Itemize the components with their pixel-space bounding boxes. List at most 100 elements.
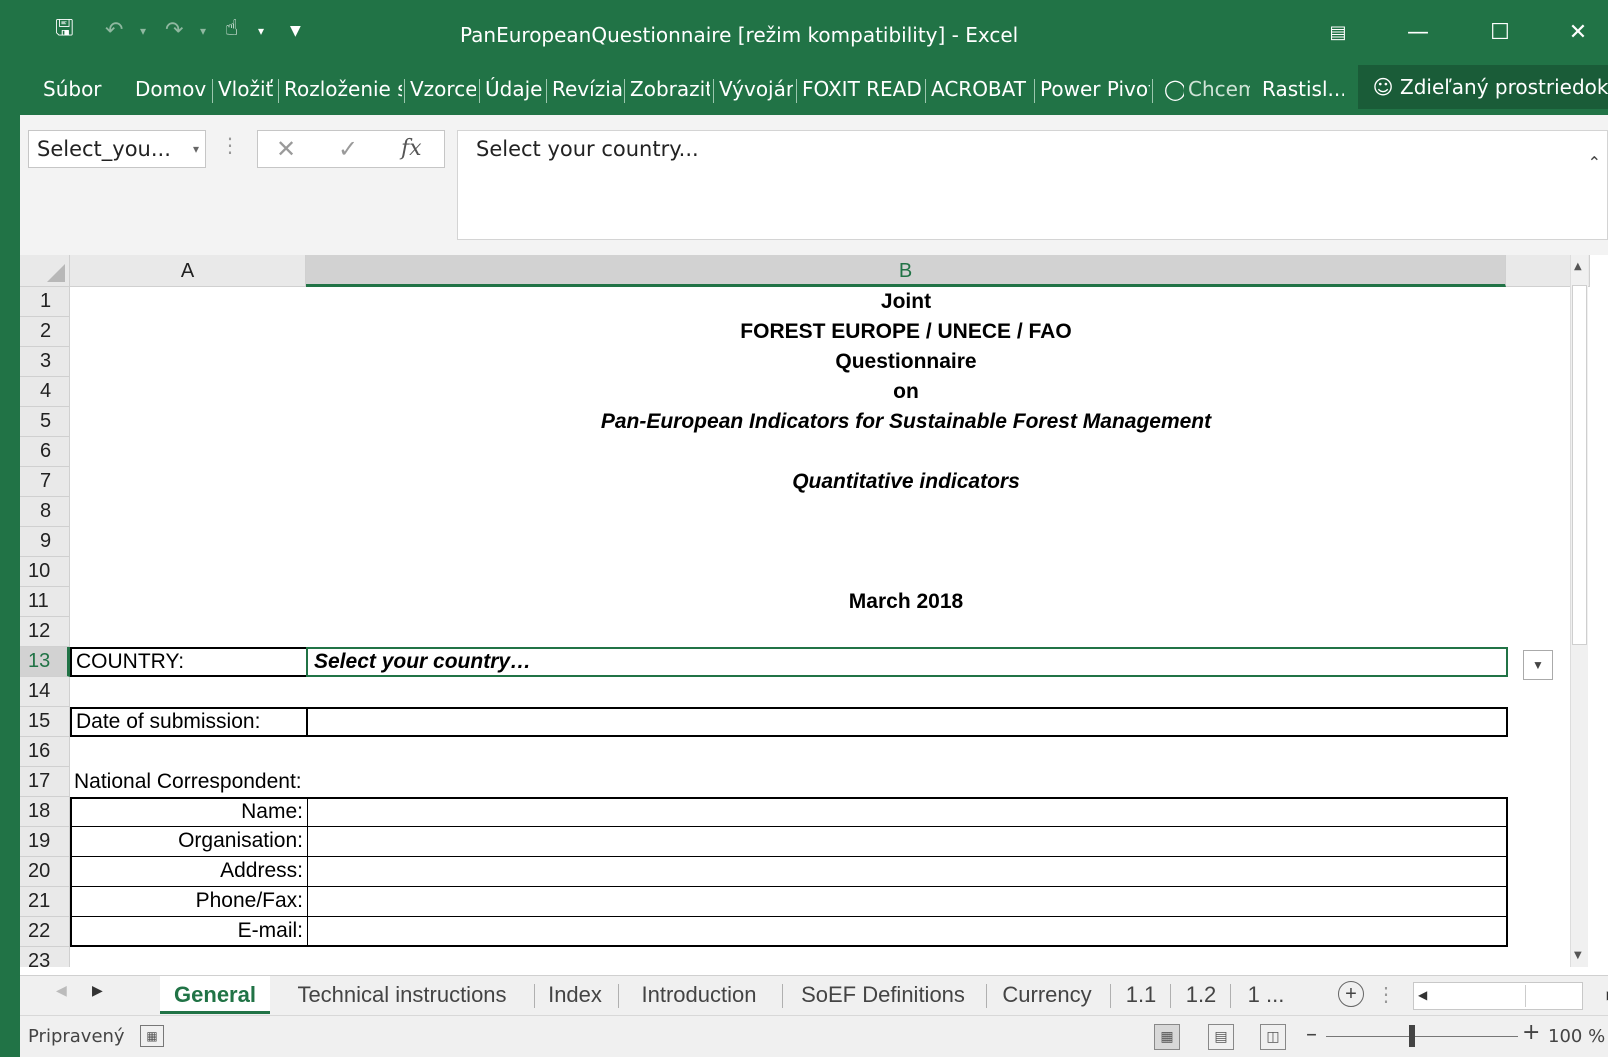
close-icon[interactable]: ✕ xyxy=(1548,14,1608,52)
undo-dropdown-icon[interactable]: ▾ xyxy=(140,16,146,46)
phone-fax-label-cell[interactable]: Phone/Fax: xyxy=(70,887,308,917)
person-add-icon: ☺ xyxy=(1372,75,1394,99)
sheet-tab-index[interactable]: Index xyxy=(540,976,610,1014)
country-dropdown-arrow-icon[interactable]: ▼ xyxy=(1523,650,1553,680)
sheet-tab-1-2[interactable]: 1.2 xyxy=(1176,976,1226,1014)
save-icon[interactable]: 🖫 xyxy=(55,14,74,44)
date-value-cell[interactable] xyxy=(306,707,1508,737)
name-value-cell[interactable] xyxy=(307,797,1508,827)
cancel-icon[interactable]: ✕ xyxy=(276,131,296,167)
insert-function-icon[interactable]: fx xyxy=(401,131,422,167)
email-value-cell[interactable] xyxy=(307,917,1508,947)
sheet-tab-more[interactable]: 1 ... xyxy=(1236,976,1296,1014)
page-break-view-icon[interactable]: ◫ xyxy=(1260,1024,1286,1050)
normal-view-icon[interactable]: ▦ xyxy=(1154,1024,1180,1050)
tab-file[interactable]: Súbor xyxy=(43,71,105,107)
tab-home[interactable]: Domov xyxy=(135,71,207,107)
horizontal-scroll-thumb[interactable] xyxy=(1436,985,1526,1007)
maximize-icon[interactable]: ☐ xyxy=(1470,14,1530,52)
address-label-cell[interactable]: Address: xyxy=(70,857,308,887)
tab-splitter-handle[interactable]: ⋮ xyxy=(1376,982,1396,1007)
zoom-in-icon[interactable]: + xyxy=(1522,1020,1540,1045)
prev-sheet-icon[interactable]: ◀ xyxy=(56,982,67,999)
cell-b7[interactable]: Quantitative indicators xyxy=(306,467,1506,497)
page-layout-view-icon[interactable]: ▤ xyxy=(1208,1024,1234,1050)
redo-icon[interactable]: ↷ xyxy=(165,16,183,46)
status-bar: Pripravený ▦ ▦ ▤ ◫ – + 100 % xyxy=(20,1015,1608,1057)
add-sheet-icon[interactable]: + xyxy=(1338,981,1364,1007)
email-label-cell[interactable]: E-mail: xyxy=(70,917,308,947)
tab-page-layout[interactable]: Rozloženie s xyxy=(284,71,402,107)
tab-power-pivot[interactable]: Power Pivot xyxy=(1040,71,1150,107)
scroll-left-icon[interactable]: ◀ xyxy=(1418,988,1427,1002)
chevron-down-icon[interactable]: ▾ xyxy=(193,131,199,167)
zoom-level[interactable]: 100 % xyxy=(1548,1026,1605,1047)
window-title: PanEuropeanQuestionnaire [režim kompatib… xyxy=(460,23,1019,47)
redo-dropdown-icon[interactable]: ▾ xyxy=(200,16,206,46)
vertical-scrollbar[interactable]: ▲ ▼ xyxy=(1570,255,1588,967)
column-header-b[interactable]: B xyxy=(306,255,1506,287)
country-label-cell[interactable]: COUNTRY: xyxy=(70,647,308,677)
window-left-border xyxy=(0,115,20,1057)
organisation-value-cell[interactable] xyxy=(307,827,1508,857)
share-label: Zdieľaný prostriedok xyxy=(1400,75,1608,99)
user-name[interactable]: Rastisl... xyxy=(1262,71,1344,107)
touch-mode-icon[interactable]: ☝ xyxy=(225,14,238,44)
scroll-down-icon[interactable]: ▼ xyxy=(1574,950,1582,961)
status-text: Pripravený xyxy=(28,1026,125,1047)
vertical-scroll-thumb[interactable] xyxy=(1572,285,1587,645)
formula-bar-buttons: ✕ ✓ fx xyxy=(257,130,445,168)
date-label-cell[interactable]: Date of submission: xyxy=(70,707,308,737)
sheet-tab-general[interactable]: General xyxy=(160,976,270,1014)
tab-foxit-reader[interactable]: FOXIT READ xyxy=(802,71,922,107)
cell-layer: Joint FOREST EUROPE / UNECE / FAO Questi… xyxy=(20,287,1570,967)
minimize-icon[interactable]: — xyxy=(1388,14,1448,52)
share-button[interactable]: ☺ Zdieľaný prostriedok xyxy=(1358,65,1608,109)
cell-b4[interactable]: on xyxy=(306,377,1506,407)
phone-fax-value-cell[interactable] xyxy=(307,887,1508,917)
zoom-slider[interactable] xyxy=(1326,1036,1518,1037)
cell-b2[interactable]: FOREST EUROPE / UNECE / FAO xyxy=(306,317,1506,347)
ribbon-display-options-icon[interactable]: ▤ xyxy=(1308,14,1368,52)
tab-review[interactable]: Revízia xyxy=(552,71,622,107)
sheet-tab-introduction[interactable]: Introduction xyxy=(624,976,774,1014)
macro-record-icon[interactable]: ▦ xyxy=(140,1025,164,1047)
tab-data[interactable]: Údaje xyxy=(485,71,543,107)
cell-b1[interactable]: Joint xyxy=(306,287,1506,317)
correspondent-label-cell[interactable]: National Correspondent: xyxy=(72,767,472,797)
select-all-corner[interactable] xyxy=(20,255,70,287)
name-box-value: Select_you... xyxy=(37,137,171,161)
horizontal-scrollbar[interactable]: ◀ ▶ xyxy=(1413,982,1608,1010)
lightbulb-icon[interactable]: ◯ xyxy=(1164,71,1184,107)
address-value-cell[interactable] xyxy=(307,857,1508,887)
sheet-tab-technical-instructions[interactable]: Technical instructions xyxy=(282,976,522,1014)
zoom-slider-thumb[interactable] xyxy=(1409,1025,1415,1047)
tab-acrobat[interactable]: ACROBAT xyxy=(931,71,1031,107)
enter-icon[interactable]: ✓ xyxy=(338,131,358,167)
next-sheet-icon[interactable]: ▶ xyxy=(92,982,103,999)
sheet-tab-soef-definitions[interactable]: SoEF Definitions xyxy=(788,976,978,1014)
cell-b5[interactable]: Pan-European Indicators for Sustainable … xyxy=(306,407,1506,437)
tab-insert[interactable]: Vložiť xyxy=(218,71,276,107)
cell-b11[interactable]: March 2018 xyxy=(306,587,1506,617)
country-select-cell[interactable]: Select your country… xyxy=(306,647,1508,677)
scroll-up-icon[interactable]: ▲ xyxy=(1574,261,1582,272)
tell-me-box[interactable]: Chcem xyxy=(1188,71,1250,107)
organisation-label-cell[interactable]: Organisation: xyxy=(70,827,308,857)
tab-view[interactable]: Zobraziť xyxy=(630,71,710,107)
column-header-a[interactable]: A xyxy=(70,255,306,287)
name-box[interactable]: Select_you... ▾ xyxy=(28,130,206,168)
sheet-tab-currency[interactable]: Currency xyxy=(992,976,1102,1014)
formula-bar-resize-handle[interactable]: ⋮ xyxy=(220,133,240,157)
formula-input[interactable]: Select your country... ⌃ xyxy=(457,130,1608,240)
zoom-out-icon[interactable]: – xyxy=(1306,1022,1317,1047)
sheet-tab-1-1[interactable]: 1.1 xyxy=(1116,976,1166,1014)
cell-b3[interactable]: Questionnaire xyxy=(306,347,1506,377)
name-label-cell[interactable]: Name: xyxy=(70,797,308,827)
touch-dropdown-icon[interactable]: ▾ xyxy=(258,16,264,46)
tab-formulas[interactable]: Vzorce xyxy=(410,71,476,107)
customize-qat-icon[interactable]: ▼ xyxy=(290,16,301,46)
tab-developer[interactable]: Vývojár xyxy=(719,71,793,107)
undo-icon[interactable]: ↶ xyxy=(105,16,123,46)
collapse-formula-bar-icon[interactable]: ⌃ xyxy=(1588,153,1601,172)
